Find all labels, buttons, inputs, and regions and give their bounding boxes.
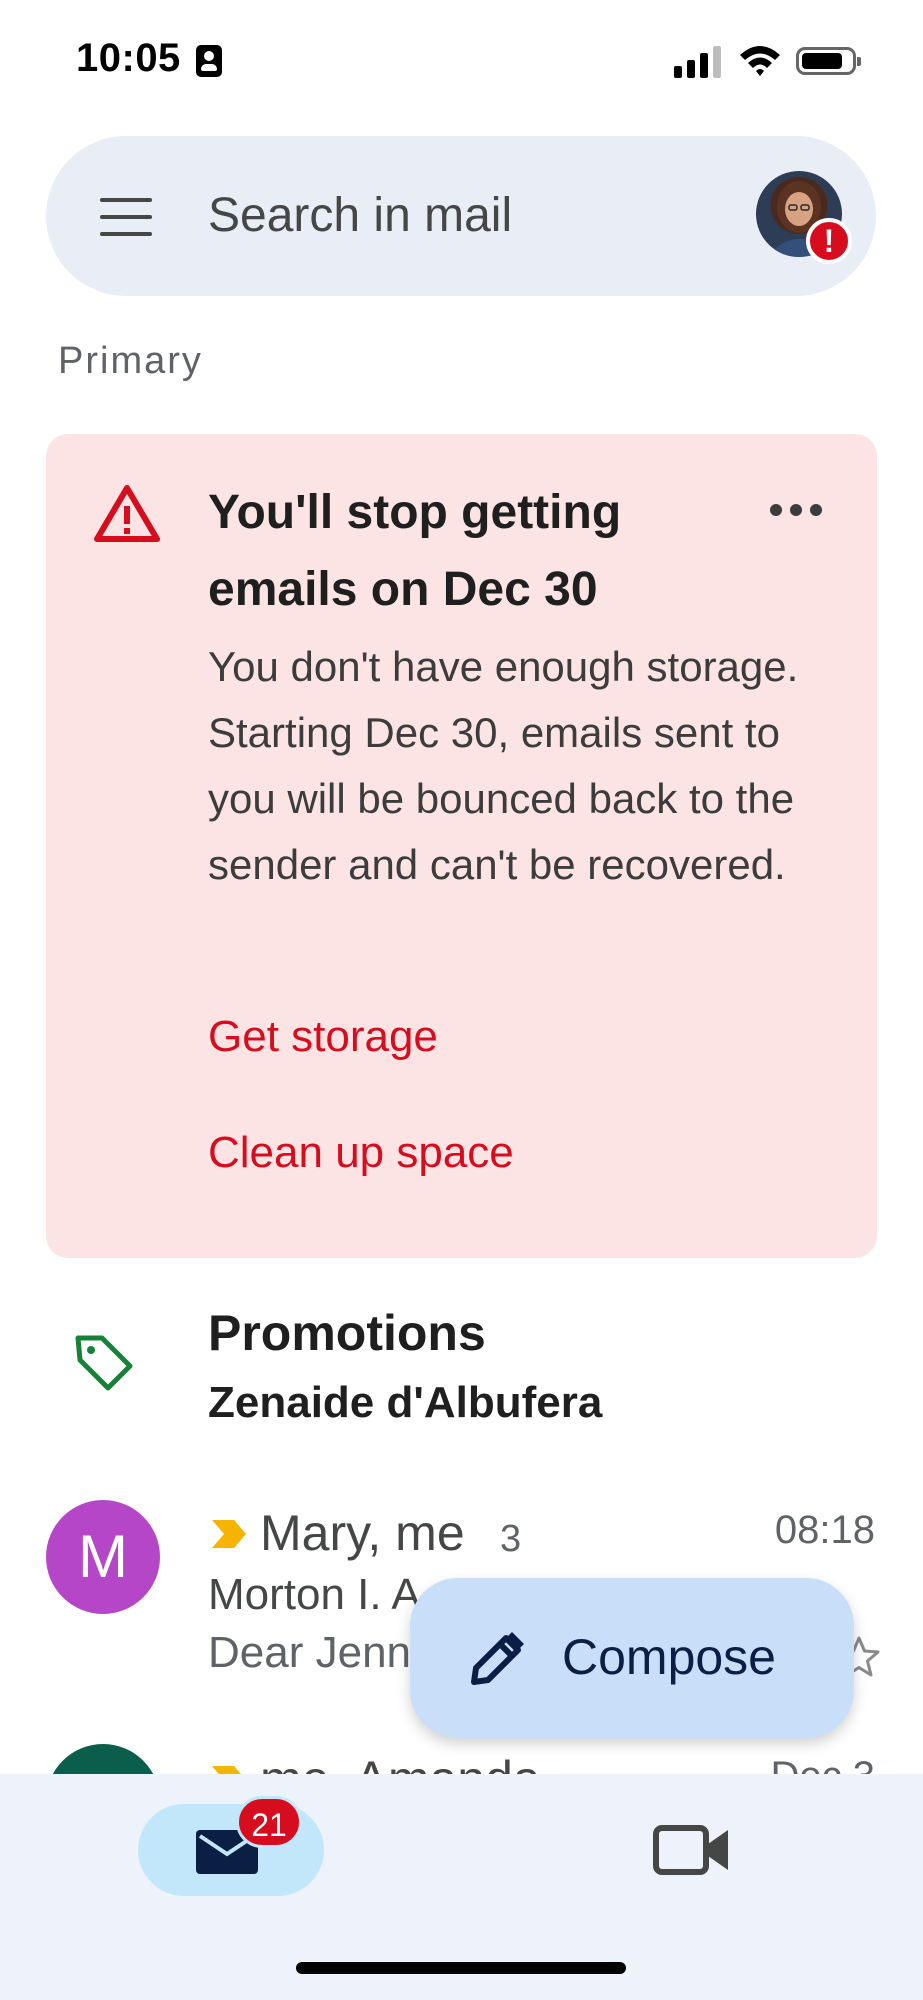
cellular-signal-icon xyxy=(674,44,722,78)
section-label: Primary xyxy=(58,340,203,382)
wifi-icon xyxy=(740,46,780,76)
more-options-icon[interactable] xyxy=(770,504,822,518)
warning-triangle-icon xyxy=(94,485,160,542)
compose-label: Compose xyxy=(562,1629,776,1685)
email-time: 08:18 xyxy=(774,1508,875,1552)
search-input[interactable]: Search in mail xyxy=(208,188,512,243)
hamburger-menu-icon[interactable] xyxy=(100,198,152,236)
thread-count: 3 xyxy=(500,1518,522,1560)
promotions-title: Promotions xyxy=(208,1305,486,1361)
battery-level xyxy=(802,53,842,69)
contact-card-icon xyxy=(196,45,222,77)
nav-mail-tab[interactable]: 21 xyxy=(138,1796,324,1896)
unread-count-badge: 21 xyxy=(236,1796,302,1848)
promotions-sender: Zenaide d'Albufera xyxy=(208,1378,603,1427)
email-senders: Mary, me xyxy=(260,1505,465,1561)
search-bar[interactable]: Search in mail ! xyxy=(46,136,876,296)
clean-up-space-button[interactable]: Clean up space xyxy=(208,1128,514,1178)
compose-button[interactable]: Compose xyxy=(410,1578,854,1738)
status-time: 10:05 xyxy=(76,36,181,80)
pencil-icon xyxy=(471,1632,524,1685)
battery-icon xyxy=(796,47,861,75)
account-alert-badge: ! xyxy=(806,218,852,264)
email-subject: Morton I. A xyxy=(208,1570,421,1619)
warning-body: You don't have enough storage. Starting … xyxy=(208,643,799,888)
promotions-row[interactable]: Promotions Zenaide d'Albufera xyxy=(0,1290,923,1450)
bottom-navigation: 21 xyxy=(0,1774,923,2000)
home-indicator xyxy=(296,1962,626,1974)
get-storage-button[interactable]: Get storage xyxy=(208,1012,438,1062)
tag-icon xyxy=(75,1335,133,1391)
storage-warning-card: You'll stop getting emails on Dec 30 You… xyxy=(46,434,877,1258)
email-snippet: Dear Jenn xyxy=(208,1628,412,1677)
importance-marker-icon xyxy=(212,1520,246,1548)
sender-avatar: M xyxy=(46,1500,160,1614)
video-camera-icon[interactable] xyxy=(650,1814,734,1886)
warning-title: You'll stop getting emails on Dec 30 xyxy=(208,486,622,616)
status-bar: 10:05 xyxy=(0,0,923,120)
